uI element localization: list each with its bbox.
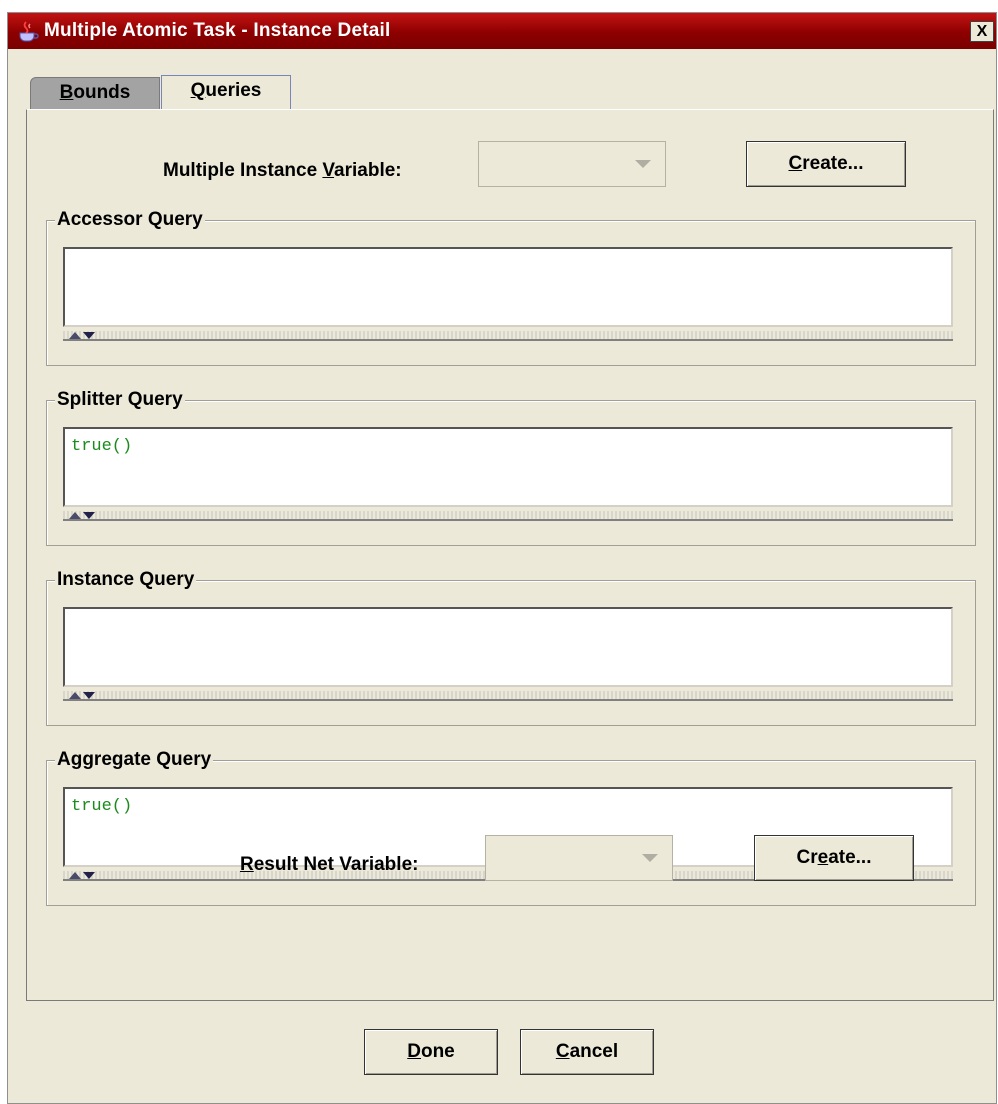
button-mnemonic: D <box>407 1041 421 1062</box>
chevron-down-icon <box>642 854 658 862</box>
tab-bounds-mnemonic: B <box>59 82 74 103</box>
button-label-part: ate... <box>828 847 872 868</box>
splitter-query-editor[interactable]: true() <box>63 427 953 507</box>
instance-query-group: Instance Query <box>46 569 976 726</box>
accessor-query-group: Accessor Query <box>46 209 976 366</box>
label-mnemonic: R <box>240 854 254 875</box>
button-label: one <box>420 1041 455 1062</box>
done-button[interactable]: Done <box>364 1029 498 1075</box>
window-title: Multiple Atomic Task - Instance Detail <box>44 20 391 41</box>
triangle-up-icon[interactable] <box>69 332 81 339</box>
multiple-instance-variable-label: Multiple Instance Variable: <box>163 160 402 182</box>
triangle-up-icon[interactable] <box>69 512 81 519</box>
splitter-query-group: Splitter Query true() <box>46 389 976 546</box>
button-mnemonic: C <box>555 1041 570 1062</box>
result-net-variable-label: Result Net Variable: <box>240 854 418 876</box>
label-part: Multiple Instance <box>163 160 323 181</box>
tab-queries-label: ueries <box>205 80 262 101</box>
title-bar[interactable]: Multiple Atomic Task - Instance Detail X <box>8 13 996 49</box>
button-label: ancel <box>569 1041 619 1062</box>
splitter-query-resize-divider[interactable] <box>63 511 953 521</box>
instance-query-resize-divider[interactable] <box>63 691 953 701</box>
dialog-window: Multiple Atomic Task - Instance Detail X… <box>7 12 997 1104</box>
tab-queries-mnemonic: Q <box>190 80 206 101</box>
button-label: reate... <box>802 153 864 174</box>
label-part: esult Net Variable: <box>253 854 419 875</box>
triangle-down-icon[interactable] <box>83 872 95 879</box>
chevron-down-icon <box>635 160 651 168</box>
close-button[interactable]: X <box>970 21 994 42</box>
button-label-part: Cr <box>796 847 818 868</box>
java-coffee-icon <box>19 21 39 42</box>
splitter-query-text: true() <box>71 437 133 456</box>
triangle-down-icon[interactable] <box>83 512 95 519</box>
triangle-up-icon[interactable] <box>69 692 81 699</box>
triangle-down-icon[interactable] <box>83 692 95 699</box>
label-part: ariable: <box>334 160 402 181</box>
aggregate-query-text: true() <box>71 797 133 816</box>
queries-panel: Multiple Instance Variable: Create... Ac… <box>26 109 994 1001</box>
accessor-query-resize-divider[interactable] <box>63 331 953 341</box>
instance-query-editor[interactable] <box>63 607 953 687</box>
multiple-instance-variable-combo[interactable] <box>478 141 666 187</box>
button-mnemonic: C <box>788 153 803 174</box>
button-mnemonic: e <box>817 847 829 868</box>
tab-bounds[interactable]: Bounds <box>30 77 160 109</box>
accessor-query-editor[interactable] <box>63 247 953 327</box>
create-result-net-variable-button[interactable]: Create... <box>754 835 914 881</box>
tab-queries[interactable]: Queries <box>161 75 291 110</box>
result-net-variable-combo[interactable] <box>485 835 673 881</box>
tab-bounds-label: ounds <box>73 82 131 103</box>
cancel-button[interactable]: Cancel <box>520 1029 654 1075</box>
splitter-query-title: Splitter Query <box>55 389 185 411</box>
instance-query-title: Instance Query <box>55 569 197 591</box>
triangle-up-icon[interactable] <box>69 872 81 879</box>
accessor-query-title: Accessor Query <box>55 209 205 231</box>
create-multiple-instance-variable-button[interactable]: Create... <box>746 141 906 187</box>
label-mnemonic: V <box>322 160 335 181</box>
aggregate-query-title: Aggregate Query <box>55 749 214 771</box>
triangle-down-icon[interactable] <box>83 332 95 339</box>
aggregate-query-group: Aggregate Query true() <box>46 749 976 906</box>
